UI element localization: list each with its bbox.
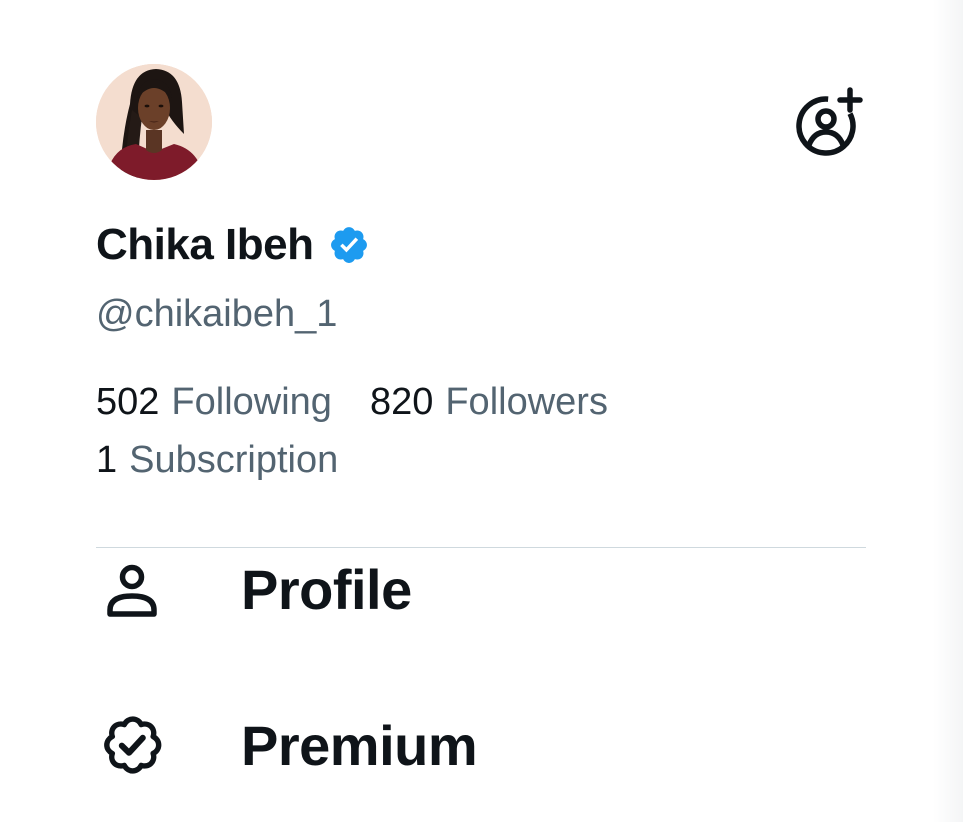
avatar[interactable] xyxy=(96,64,212,180)
stats-row: 502 Following 820 Followers xyxy=(96,381,608,429)
followers-count: 820 xyxy=(369,381,434,423)
subscriptions-row: 1 Subscription xyxy=(96,439,338,487)
display-name[interactable]: Chika Ibeh xyxy=(96,220,314,270)
person-icon xyxy=(96,553,168,625)
followers-label: Followers xyxy=(445,381,608,423)
verified-badge-icon[interactable] xyxy=(328,224,370,266)
following-count: 502 xyxy=(96,381,160,423)
menu-item-premium[interactable]: Premium xyxy=(96,690,866,800)
subscriptions-count: 1 xyxy=(96,439,118,481)
subscriptions-label: Subscription xyxy=(129,439,339,481)
followers-stat[interactable]: 820 Followers xyxy=(370,381,608,424)
add-account-icon xyxy=(796,87,863,156)
add-account-button[interactable] xyxy=(790,86,866,162)
name-row: Chika Ibeh xyxy=(96,214,370,276)
avatar-photo xyxy=(96,64,212,180)
menu-item-label: Premium xyxy=(241,713,478,777)
menu-item-label: Profile xyxy=(241,557,412,621)
following-stat[interactable]: 502 Following xyxy=(96,381,332,424)
subscriptions-stat[interactable]: 1 Subscription xyxy=(96,439,338,482)
following-label: Following xyxy=(171,381,332,423)
edge-shade xyxy=(933,0,963,822)
premium-badge-icon xyxy=(96,709,168,781)
menu-item-profile[interactable]: Profile xyxy=(96,534,866,644)
handle: @chikaibeh_1 xyxy=(96,293,338,335)
